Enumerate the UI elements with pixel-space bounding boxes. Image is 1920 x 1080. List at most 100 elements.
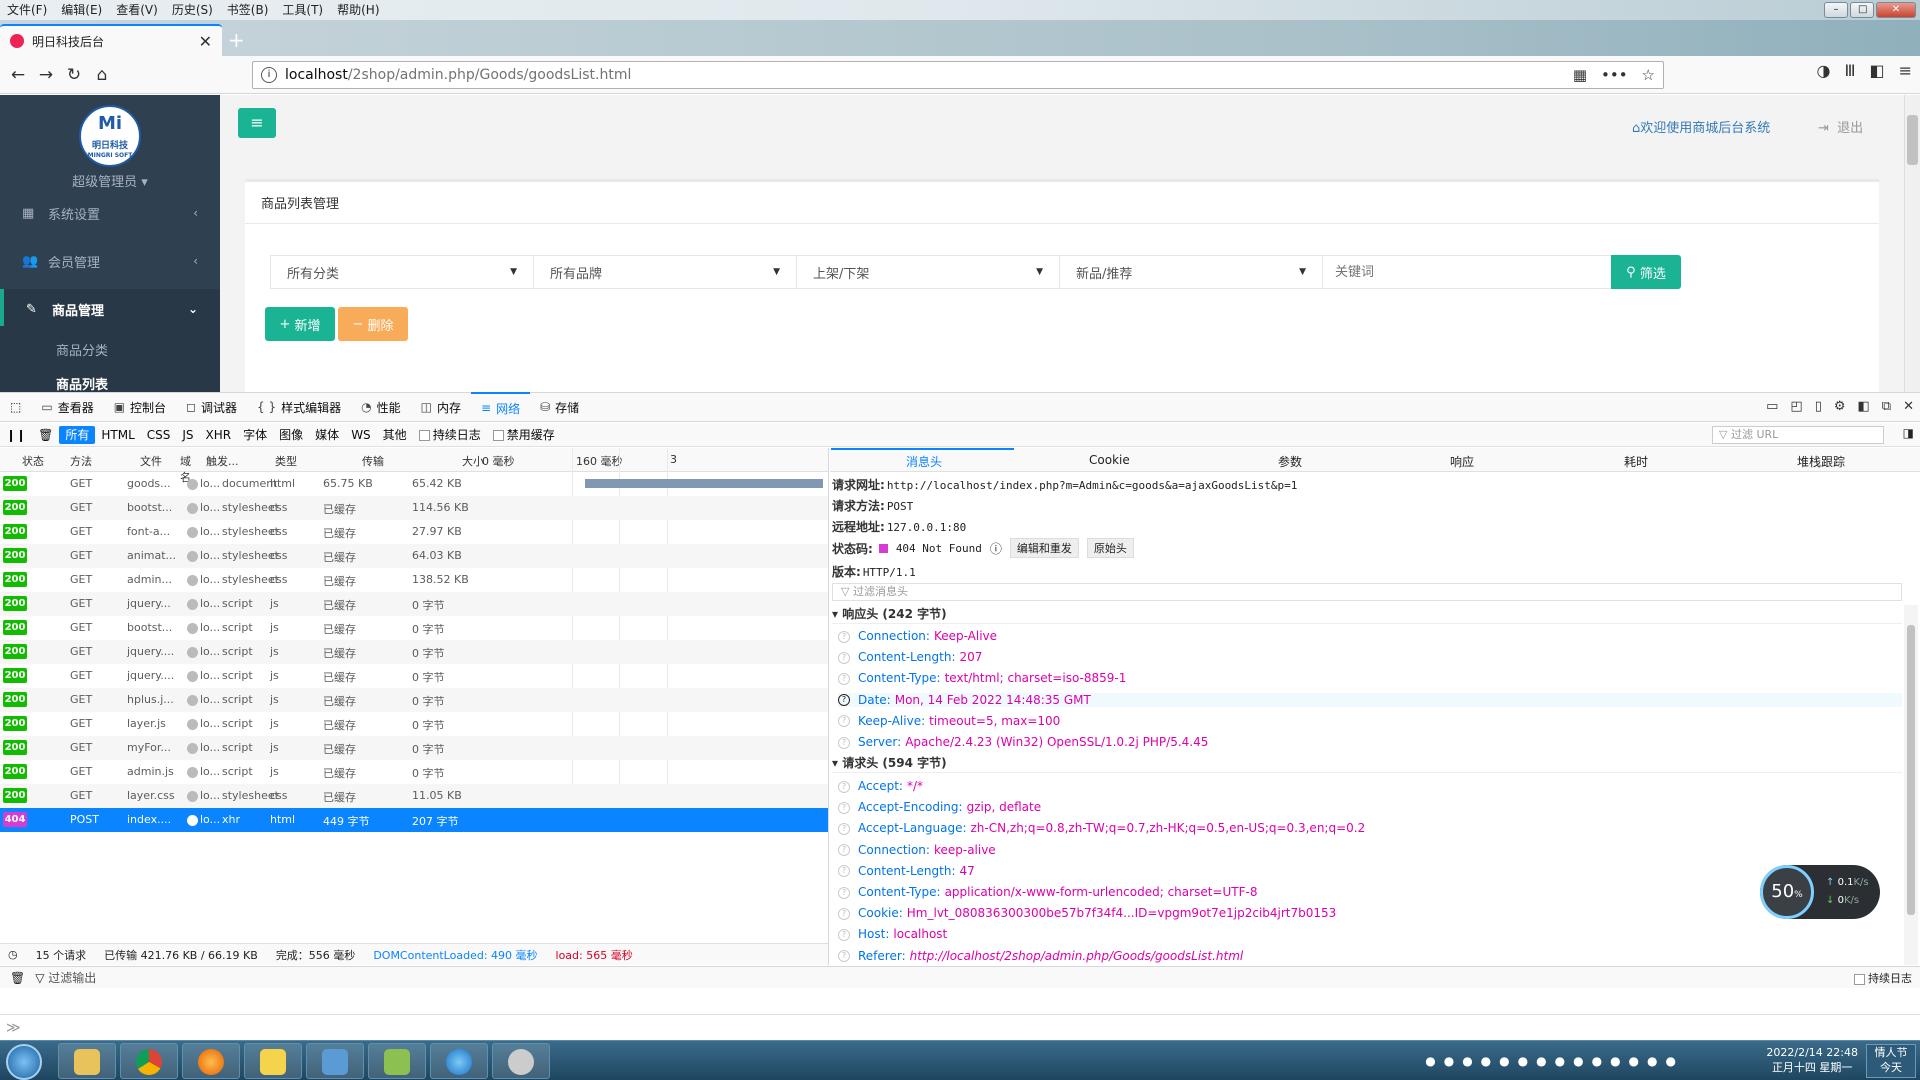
new-tab-icon[interactable]: + — [228, 28, 245, 52]
filter-css[interactable]: CSS — [141, 426, 177, 444]
back-icon[interactable]: ← — [4, 61, 32, 89]
raw-headers-button[interactable]: 原始头 — [1086, 538, 1134, 558]
tray-icon[interactable]: ● — [1629, 1054, 1639, 1068]
tray-icon[interactable]: ● — [1518, 1054, 1528, 1068]
header-row[interactable]: ? Referer: http://localhost/2shop/admin.ph… — [838, 949, 1243, 963]
tab-style-editor[interactable]: { } 样式编辑器 — [247, 392, 351, 422]
help-icon[interactable]: ? — [838, 928, 850, 941]
col-size[interactable]: 大小 — [462, 453, 484, 469]
tab-stack-trace[interactable]: 堆栈跟踪 — [1797, 453, 1845, 470]
qr-code-icon[interactable]: ▦ — [1573, 66, 1587, 84]
sidebar-subitem-goods-list[interactable]: 商品列表 — [0, 374, 220, 393]
taskbar-explorer[interactable] — [58, 1043, 116, 1079]
sidebar-item-goods[interactable]: ✎ 商品管理 ⌄ — [0, 289, 220, 329]
extension-icon[interactable]: ◑ — [1816, 61, 1830, 80]
reload-icon[interactable]: ↻ — [60, 61, 88, 89]
col-transferred[interactable]: 传输 — [362, 453, 384, 469]
help-icon[interactable]: ⓘ — [990, 540, 1002, 557]
response-headers-section[interactable]: ▾ 响应头 (242 字节) — [832, 604, 1902, 624]
tray-icon[interactable]: ● — [1666, 1054, 1676, 1068]
start-button[interactable] — [6, 1044, 42, 1080]
tray-icon[interactable]: ● — [1481, 1054, 1491, 1068]
header-row[interactable]: ? Accept-Language: zh-CN,zh;q=0.8,zh-TW;q=… — [838, 821, 1365, 835]
url-bar[interactable]: i localhost/2shop/admin.php/Goods/goodsL… — [252, 61, 1664, 89]
taskbar-ie[interactable] — [430, 1043, 488, 1079]
dock-side-icon[interactable]: ◧ — [1858, 399, 1870, 414]
filter-media[interactable]: 媒体 — [309, 426, 345, 444]
tray-icon[interactable]: ● — [1555, 1054, 1565, 1068]
net-speed-widget[interactable]: 50% ↑ 0.1K/s ↓ 0K/s — [1760, 865, 1880, 919]
menu-history[interactable]: 历史(S) — [165, 0, 220, 20]
close-devtools-icon[interactable]: ✕ — [1903, 399, 1914, 414]
tray-icon[interactable]: ● — [1592, 1054, 1602, 1068]
col-file[interactable]: 文件 — [140, 453, 170, 469]
header-row[interactable]: ? Accept: */* — [838, 779, 923, 793]
delete-button[interactable]: − 删除 — [338, 307, 408, 341]
taskbar-app-6[interactable] — [368, 1043, 426, 1079]
maximize-button[interactable]: □ — [1850, 2, 1874, 18]
close-tab-icon[interactable]: ✕ — [199, 32, 212, 51]
bookmark-star-icon[interactable]: ☆ — [1642, 66, 1655, 84]
help-icon[interactable]: ? — [838, 865, 850, 878]
header-row[interactable]: ? Content-Length: 207 — [838, 650, 982, 664]
sidebar-item-members[interactable]: 👥 会员管理 ‹ — [0, 241, 220, 281]
filter-js[interactable]: JS — [176, 426, 199, 444]
help-icon[interactable]: ? — [838, 907, 850, 920]
sidebar-subitem-category[interactable]: 商品分类 — [0, 340, 220, 359]
tray-icon[interactable]: ● — [1425, 1054, 1435, 1068]
tray-icon[interactable]: ● — [1499, 1054, 1509, 1068]
menu-toggle-button[interactable]: ≡ — [238, 108, 276, 138]
logout-link[interactable]: ⇥ 退出 — [1818, 117, 1863, 136]
tab-timings[interactable]: 耗时 — [1624, 453, 1648, 470]
request-row[interactable]: 200 GET admin.js lo... script js 已缓存 0 字节 — [0, 760, 828, 784]
user-role-dropdown[interactable]: 超级管理员 ▾ — [0, 171, 220, 190]
menu-bookmarks[interactable]: 书签(B) — [220, 0, 276, 20]
help-icon[interactable]: ? — [838, 822, 850, 835]
help-icon[interactable]: ? — [838, 672, 850, 685]
disable-cache-checkbox[interactable]: 禁用缓存 — [487, 426, 561, 444]
col-cause[interactable]: 触发... — [206, 453, 239, 469]
persist-log-checkbox[interactable]: 持续日志 — [413, 426, 487, 444]
page-scrollbar[interactable] — [1904, 95, 1920, 392]
shelf-select[interactable]: 上架/下架 ▼ — [796, 255, 1060, 289]
header-row[interactable]: ? Content-Type: application/x-www-form-url… — [838, 885, 1257, 899]
phone-icon[interactable]: ▯ — [1815, 399, 1822, 414]
taskbar-chrome[interactable] — [120, 1043, 178, 1079]
tray-icon[interactable]: ● — [1647, 1054, 1657, 1068]
help-icon[interactable]: ? — [838, 886, 850, 899]
request-row[interactable]: 200 GET myFor... lo... script js 已缓存 0 字节 — [0, 736, 828, 760]
filter-fonts[interactable]: 字体 — [237, 426, 273, 444]
request-headers-section[interactable]: ▾ 请求头 (594 字节) — [832, 753, 1902, 773]
header-row[interactable]: ? Cookie: Hm_lvt_080836300300be57b7f34f4..… — [838, 906, 1336, 920]
header-row[interactable]: ? Content-Type: text/html; charset=iso-885… — [838, 671, 1126, 685]
request-row[interactable]: 200 GET jquery.... lo... script js 已缓存 0 字节 — [0, 640, 828, 664]
brand-select[interactable]: 所有品牌 ▼ — [533, 255, 797, 289]
request-row[interactable]: 200 GET layer.css lo... stylesheet css 已缓存 11.0… — [0, 784, 828, 808]
library-icon[interactable]: Ⅲ — [1844, 61, 1855, 80]
filter-xhr[interactable]: XHR — [200, 426, 238, 444]
tab-debugger[interactable]: ◻ 调试器 — [176, 392, 247, 422]
calendar-widget[interactable]: 情人节 今天 — [1866, 1044, 1916, 1078]
filter-images[interactable]: 图像 — [273, 426, 309, 444]
request-row[interactable]: 200 GET admin... lo... stylesheet css 已缓存 138.5… — [0, 568, 828, 592]
page-actions-icon[interactable]: ••• — [1601, 66, 1628, 84]
clear-console-icon[interactable]: 🗑 — [10, 971, 25, 985]
request-row[interactable]: 200 GET animat... lo... stylesheet css 已缓存 64.0… — [0, 544, 828, 568]
request-row[interactable]: 200 GET font-a... lo... stylesheet css 已缓存 27.9… — [0, 520, 828, 544]
col-method[interactable]: 方法 — [70, 453, 92, 469]
header-row[interactable]: ? Connection: keep-alive — [838, 843, 996, 857]
tray-icon[interactable]: ● — [1444, 1054, 1454, 1068]
element-picker-icon[interactable]: ⬚ — [0, 392, 31, 422]
keyword-input[interactable] — [1322, 255, 1612, 289]
undock-icon[interactable]: ⧉ — [1882, 399, 1891, 414]
help-icon[interactable]: ? — [838, 801, 850, 814]
header-row[interactable]: ? Keep-Alive: timeout=5, max=100 — [838, 714, 1060, 728]
panel-toggle-icon[interactable]: ◨ — [1903, 426, 1914, 440]
edit-resend-button[interactable]: 编辑和重发 — [1009, 538, 1079, 558]
details-scrollbar[interactable] — [1904, 605, 1918, 965]
sidebar-item-system[interactable]: ▦ 系统设置 ‹ — [0, 193, 220, 233]
taskbar-app-5[interactable] — [306, 1043, 364, 1079]
request-row[interactable]: 200 GET jquery.... lo... script js 已缓存 0 字节 — [0, 664, 828, 688]
tray-icon[interactable]: ● — [1610, 1054, 1620, 1068]
request-row[interactable]: 200 GET bootst... lo... stylesheet css 已缓存 114.… — [0, 496, 828, 520]
